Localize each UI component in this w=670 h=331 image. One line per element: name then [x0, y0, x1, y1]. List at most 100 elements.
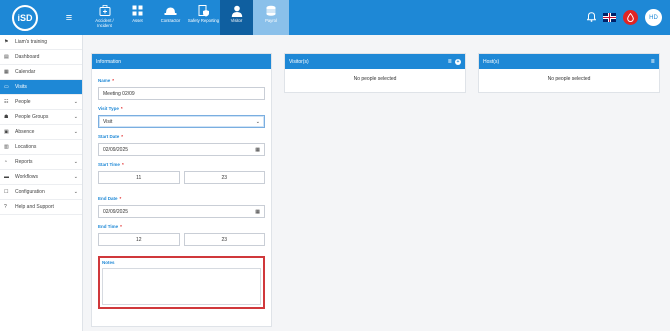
end-minute-value: 23 [221, 236, 228, 243]
sidebar-item-label: People [15, 99, 31, 105]
start-date-value: 02/09/2025 [103, 146, 129, 153]
sidebar-item-label: Locations [15, 144, 37, 150]
nav-tab-payrol[interactable]: Payrol [253, 0, 289, 35]
sidebar-item-people[interactable]: ☷ People ⌄ [0, 95, 82, 110]
sidebar-item-label: Dashboard [15, 54, 40, 60]
panel-title: Visitor(s) [289, 58, 309, 65]
sidebar: ⚑ Liam's training ▤ Dashboard ▦ Calendar ▭ V… [0, 35, 83, 331]
nav-tab-label: Accident / Incident [95, 18, 114, 28]
calendar-icon[interactable]: ▦ [255, 209, 260, 215]
end-date-value: 02/09/2025 [103, 208, 129, 215]
sidebar-item-reports[interactable]: ◔ Reports ⌄ [0, 155, 82, 170]
list-icon[interactable]: ≣ [448, 59, 452, 65]
notes-textarea[interactable] [102, 268, 261, 305]
end-minute-input[interactable]: 23 [183, 233, 265, 246]
calendar-icon: ▦ [4, 69, 9, 75]
reports-icon: ◔ [4, 159, 8, 165]
panel-header: Host(s) ≣ [479, 54, 659, 69]
sidebar-item-visits[interactable]: ▭ Visits [0, 80, 82, 95]
sidebar-item-people-groups[interactable]: ☗ People Groups ⌄ [0, 110, 82, 125]
nav-tab-label: Asset [132, 18, 143, 23]
chevron-down-icon: ⌄ [73, 174, 78, 180]
top-bar: iSD ≡ Accident / Incident Asset Contract… [0, 0, 670, 35]
notes-label: Notes [102, 260, 115, 265]
end-date-label: End Date * [98, 196, 122, 201]
training-icon: ⚑ [4, 39, 9, 45]
start-hour-input[interactable]: 11 [98, 171, 180, 184]
nav-tab-visitor[interactable]: Visitor [220, 0, 253, 35]
nav-tab-safety-reporting[interactable]: Safety Reporting [187, 0, 220, 35]
nav-tab-label: Safety Reporting [187, 18, 220, 23]
avatar[interactable]: HD [645, 9, 662, 26]
end-hour-input[interactable]: 12 [98, 233, 180, 246]
absence-icon: ▣ [4, 129, 9, 135]
list-icon[interactable]: ≣ [651, 59, 655, 65]
nav-tab-accident-incident[interactable]: Accident / Incident [88, 0, 121, 35]
sidebar-item-configuration[interactable]: ☐ Configuration ⌄ [0, 185, 82, 200]
start-minute-value: 23 [221, 174, 228, 181]
hosts-panel: Host(s) ≣ No people selected [478, 53, 660, 93]
sidebar-item-liams-training[interactable]: ⚑ Liam's training [0, 35, 82, 50]
sidebar-item-calendar[interactable]: ▦ Calendar [0, 65, 82, 80]
visitors-empty-message: No people selected [353, 76, 397, 82]
grid-icon [131, 5, 144, 16]
hamburger-icon: ≡ [65, 11, 73, 24]
chevron-down-icon: ⌄ [255, 118, 260, 125]
sidebar-item-label: Workflows [15, 174, 38, 180]
sidebar-item-label: Absence [15, 129, 35, 135]
nav-tab-label: Payrol [265, 18, 277, 23]
sidebar-item-absence[interactable]: ▣ Absence ⌄ [0, 125, 82, 140]
start-time-label: Start Time * [98, 162, 124, 167]
sidebar-item-dashboard[interactable]: ▤ Dashboard [0, 50, 82, 65]
calendar-icon[interactable]: ▦ [255, 147, 260, 153]
report-shield-icon [197, 4, 210, 16]
panel-title: Information [96, 58, 122, 65]
chevron-down-icon: ⌄ [73, 159, 78, 165]
panel-title: Host(s) [483, 58, 500, 65]
sidebar-item-label: Configuration [15, 189, 45, 195]
name-field[interactable]: Meeting 02/09 [98, 87, 265, 100]
visits-icon: ▭ [4, 84, 9, 90]
chevron-down-icon: ⌄ [73, 189, 78, 195]
bell-icon[interactable] [586, 11, 597, 24]
start-date-label: Start Date * [98, 134, 124, 139]
main-content: Information Name * Meeting 02/09 Visit Ty… [83, 35, 670, 331]
chevron-down-icon: ⌄ [73, 129, 78, 135]
nav-tab-label: Contractor [160, 18, 181, 23]
people-groups-icon: ☗ [4, 114, 9, 120]
logo[interactable]: iSD [0, 0, 50, 35]
person-icon [230, 5, 243, 17]
nav-tab-asset[interactable]: Asset [121, 0, 154, 35]
start-minute-input[interactable]: 23 [183, 171, 265, 184]
sidebar-item-locations[interactable]: ▥ Locations [0, 140, 82, 155]
menu-toggle-button[interactable]: ≡ [50, 0, 88, 35]
start-hour-value: 11 [136, 174, 142, 181]
visit-type-label: Visit Type * [98, 106, 123, 111]
sidebar-item-help-and-support[interactable]: ? Help and Support [0, 200, 82, 215]
sidebar-item-label: Calendar [15, 69, 36, 75]
nav-tab-contractor[interactable]: Contractor [154, 0, 187, 35]
chevron-down-icon: ⌄ [73, 114, 78, 120]
hard-hat-icon [164, 5, 177, 16]
notes-section: Notes [98, 256, 265, 309]
logo-mark: iSD [12, 4, 38, 31]
start-date-field[interactable]: 02/09/2025 ▦ [98, 143, 265, 156]
sidebar-item-label: Visits [15, 84, 27, 90]
chevron-down-icon: ⌄ [73, 99, 78, 105]
help-icon: ? [4, 204, 7, 210]
sidebar-item-label: Reports [15, 159, 33, 165]
visit-type-select[interactable]: Visit ⌄ [98, 115, 265, 128]
workflows-icon: ▬ [4, 174, 9, 180]
sidebar-item-label: People Groups [15, 114, 49, 120]
nav-tab-label: Visitor [230, 18, 243, 23]
uk-flag-icon[interactable] [603, 13, 616, 22]
panel-header: Information [92, 54, 271, 69]
coins-icon [265, 5, 278, 16]
sidebar-item-workflows[interactable]: ▬ Workflows ⌄ [0, 170, 82, 185]
add-visitor-button[interactable]: + [455, 58, 461, 65]
drop-icon[interactable] [623, 10, 638, 25]
first-aid-kit-icon [98, 5, 111, 16]
end-date-field[interactable]: 02/09/2025 ▦ [98, 205, 265, 218]
people-icon: ☷ [4, 99, 9, 105]
information-panel: Information Name * Meeting 02/09 Visit Ty… [91, 53, 272, 327]
